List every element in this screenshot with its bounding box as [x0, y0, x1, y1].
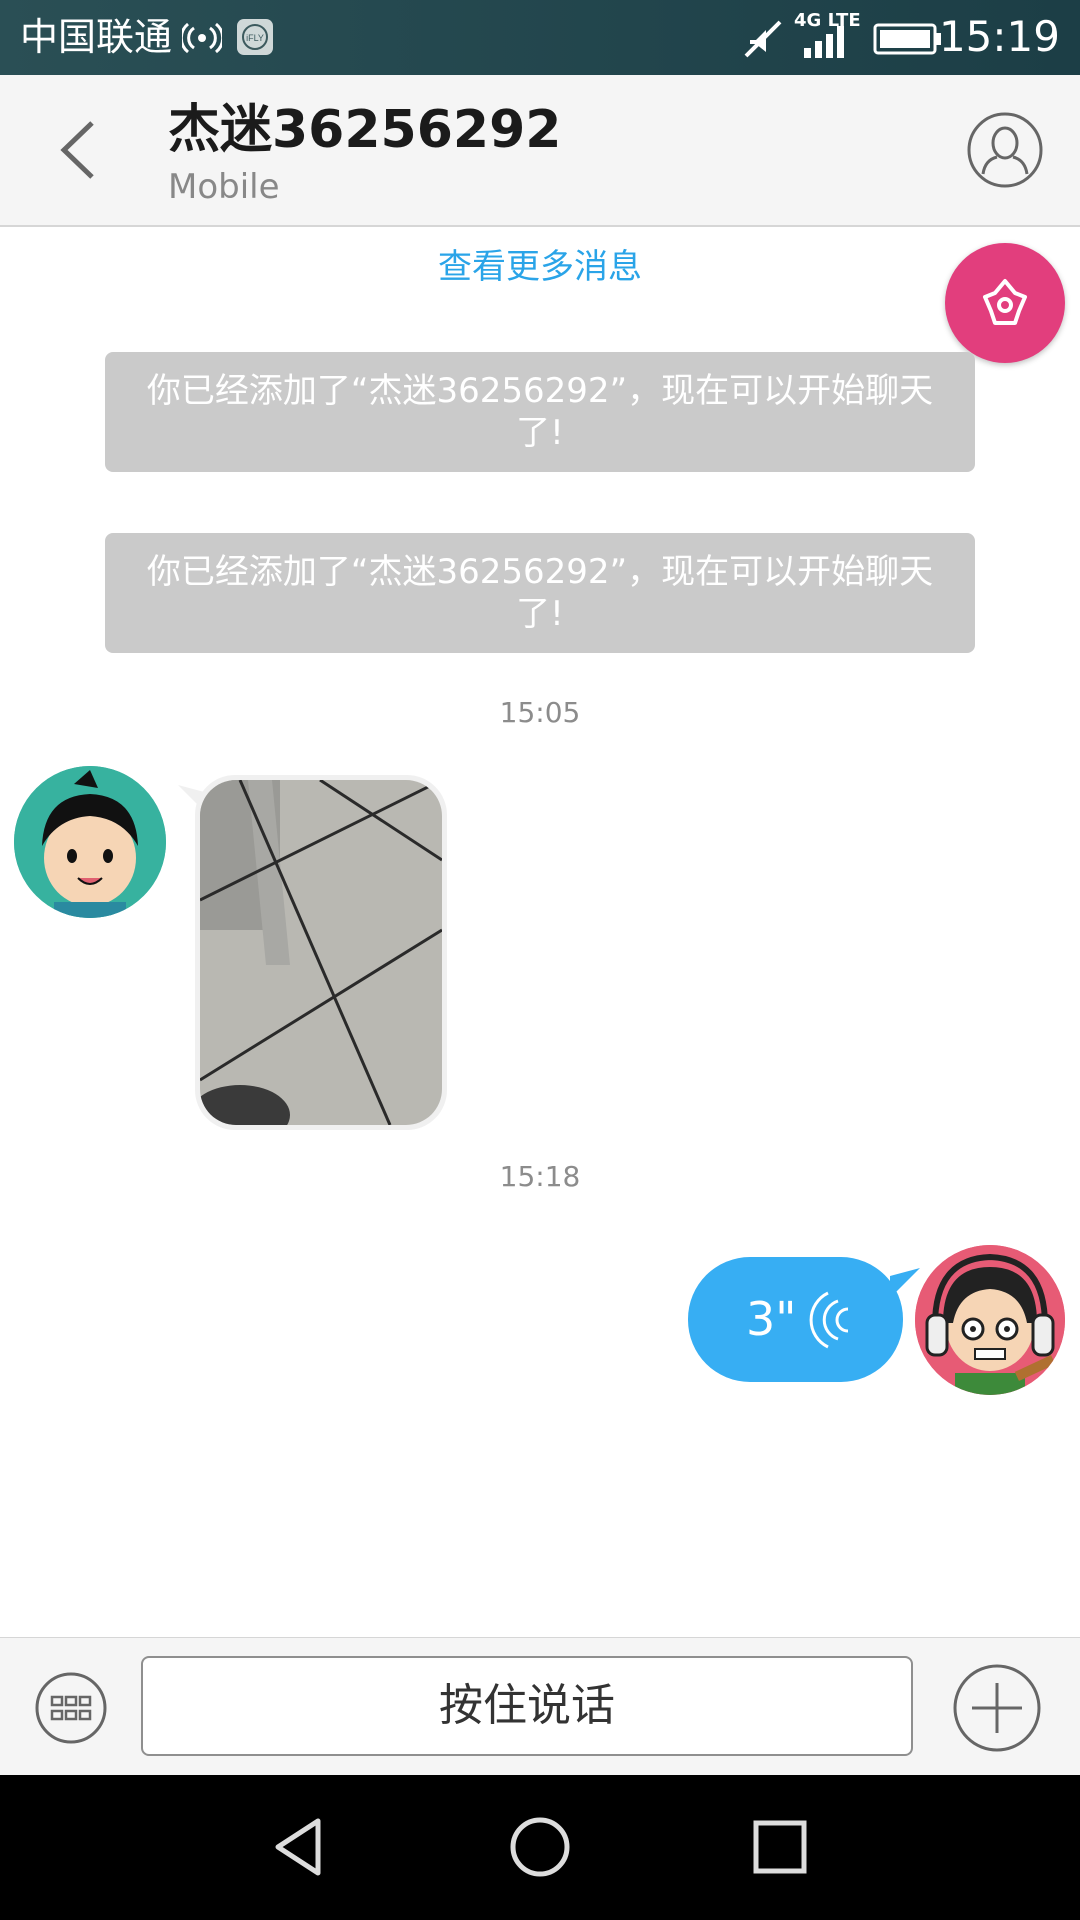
contact-avatar[interactable] [14, 766, 166, 918]
voice-wave-icon [809, 1291, 849, 1349]
contact-name: 杰迷36256292 [168, 100, 562, 160]
voice-message[interactable]: 3" [688, 1257, 903, 1382]
system-nav-bar [0, 1775, 1080, 1920]
input-bar: 按住说话 [0, 1637, 1080, 1776]
hotspot-icon [182, 22, 222, 54]
image-message[interactable] [195, 775, 447, 1130]
cartoon-headphones-avatar [915, 1245, 1065, 1395]
timestamp: 15:05 [499, 696, 581, 729]
timestamp: 15:18 [499, 1160, 581, 1193]
cartoon-boy-avatar [14, 766, 166, 918]
flower-icon [983, 279, 1027, 325]
system-message: 你已经添加了“杰迷36256292”，现在可以开始聊天了! [105, 352, 975, 472]
status-bar: 中国联通 iFLY 4G LTE 15:19 [0, 0, 1080, 75]
keyboard-icon[interactable] [34, 1671, 108, 1745]
voice-duration: 3" [746, 1292, 797, 1346]
contact-status: Mobile [168, 167, 280, 207]
back-triangle-icon[interactable] [268, 1815, 332, 1879]
bubble-tail [890, 1268, 920, 1298]
recent-square-icon[interactable] [748, 1815, 812, 1879]
home-circle-icon[interactable] [508, 1815, 572, 1879]
plus-icon[interactable] [952, 1663, 1042, 1753]
profile-icon[interactable] [965, 110, 1045, 190]
photo-thumbnail [200, 780, 442, 1125]
signal-icon [804, 26, 844, 58]
hold-to-talk-button[interactable]: 按住说话 [141, 1656, 913, 1756]
chat-header: 杰迷36256292 Mobile [0, 75, 1080, 227]
mute-icon [744, 20, 782, 58]
clock: 15:19 [938, 12, 1060, 61]
svg-text:iFLY: iFLY [246, 33, 264, 43]
back-arrow-icon[interactable] [40, 105, 120, 195]
battery-icon [873, 23, 941, 55]
load-more-link[interactable]: 查看更多消息 [0, 242, 1080, 292]
floating-flower-button[interactable] [945, 243, 1065, 363]
carrier-label: 中国联通 [20, 15, 173, 59]
system-message: 你已经添加了“杰迷36256292”，现在可以开始聊天了! [105, 533, 975, 653]
my-avatar[interactable] [915, 1245, 1065, 1395]
ifly-icon: iFLY [237, 19, 273, 55]
